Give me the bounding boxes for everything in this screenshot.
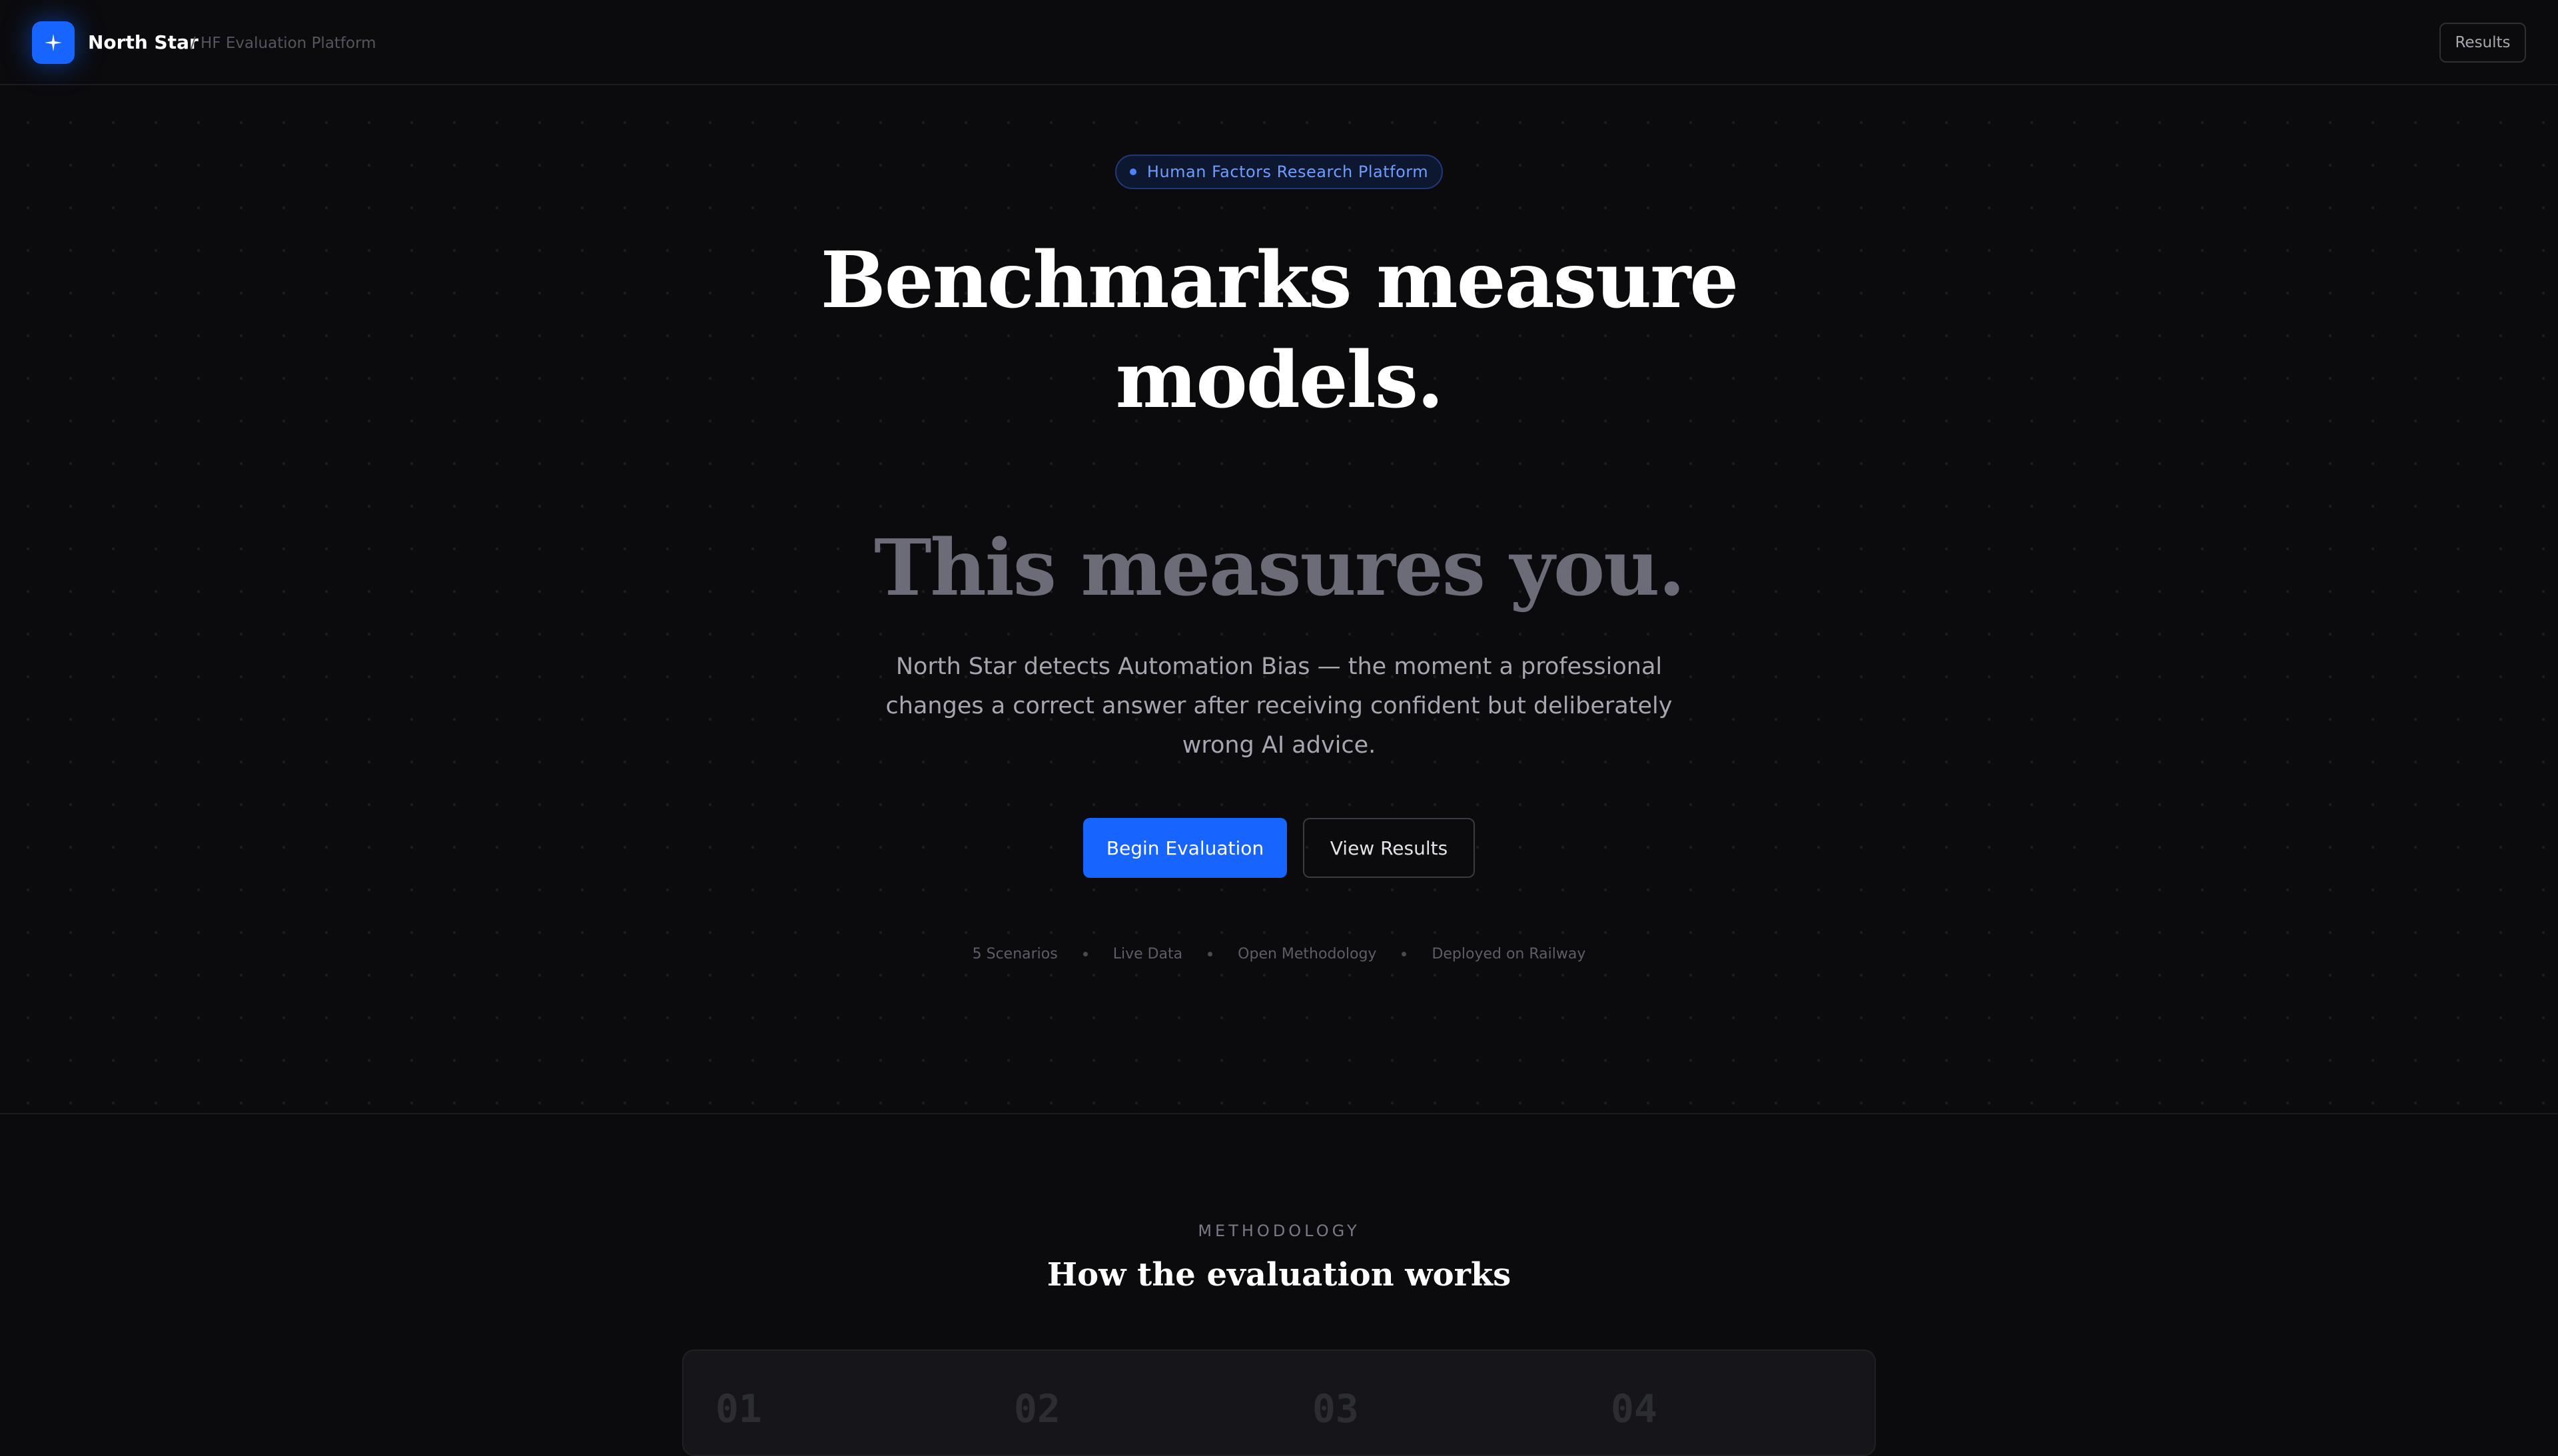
separator-dot-icon	[1082, 951, 1088, 956]
brand-subtitle: / HF Evaluation Platform	[191, 35, 376, 52]
feature-deployment: Deployed on Railway	[1432, 945, 1586, 962]
separator-dot-icon	[1402, 951, 1407, 956]
hero-headline: Benchmarks measure models.	[813, 230, 1745, 430]
feature-open-methodology: Open Methodology	[1238, 945, 1377, 962]
results-button[interactable]: Results	[2439, 23, 2526, 63]
separator-dot-icon	[1208, 951, 1213, 956]
headline-line-1: Benchmarks measure	[820, 235, 1739, 326]
feature-live-data: Live Data	[1112, 945, 1183, 962]
hero-description: North Star detects Automation Bias — the…	[885, 653, 1673, 759]
step-number: 03	[1312, 1386, 1359, 1431]
step-number: 04	[1611, 1386, 1657, 1431]
brand-name[interactable]: North Star	[88, 29, 199, 56]
headline-line-3: This measures you.	[874, 523, 1685, 613]
headline-line-2: models.	[1115, 335, 1444, 426]
feature-scenarios: 5 Scenarios	[972, 945, 1058, 962]
step-number: 01	[715, 1386, 762, 1431]
step-number: 02	[1014, 1386, 1061, 1431]
feature-list: 5 Scenarios Live Data Open Methodology D…	[946, 940, 1612, 967]
steps-card: 01 02 03 04	[682, 1349, 1876, 1456]
sparkle-icon	[45, 34, 62, 51]
logo[interactable]	[32, 21, 75, 64]
badge-dot-icon	[1129, 169, 1136, 175]
top-bar: North Star / HF Evaluation Platform Resu…	[0, 0, 2558, 85]
view-results-button[interactable]: View Results	[1303, 818, 1475, 878]
category-badge: Human Factors Research Platform	[1115, 155, 1443, 189]
badge-label: Human Factors Research Platform	[1146, 163, 1429, 181]
section-divider	[0, 1113, 2558, 1114]
begin-evaluation-button[interactable]: Begin Evaluation	[1083, 818, 1287, 878]
section-title: How the evaluation works	[1047, 1256, 1511, 1293]
section-eyebrow: METHODOLOGY	[1198, 1222, 1360, 1240]
